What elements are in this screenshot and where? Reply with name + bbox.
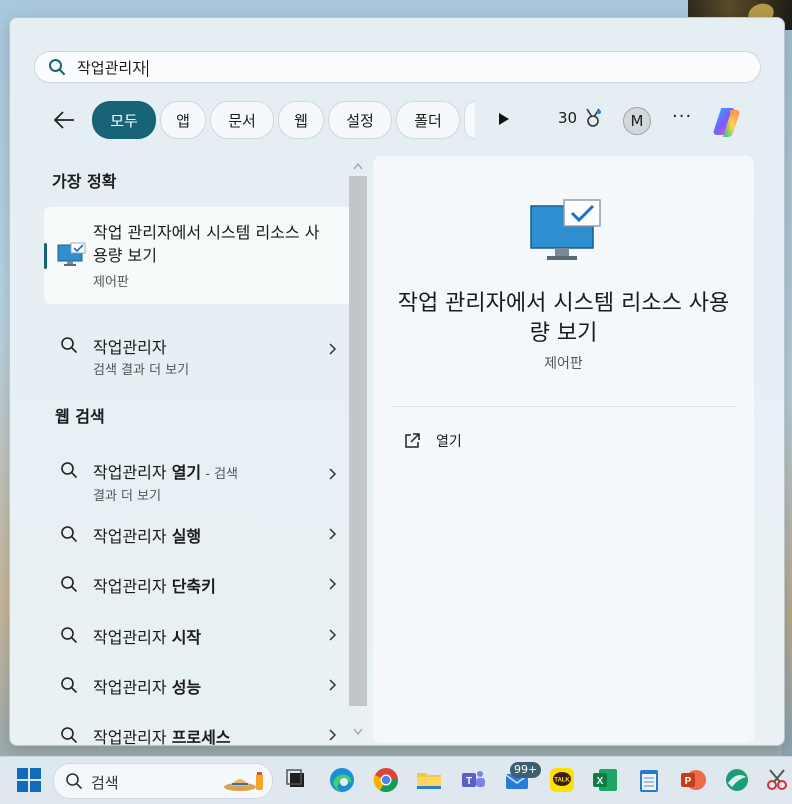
detail-divider	[391, 406, 736, 407]
results-scrollbar[interactable]	[349, 158, 367, 745]
chevron-right-icon	[329, 629, 337, 641]
edge-icon[interactable]	[327, 765, 357, 795]
search-icon	[66, 773, 82, 789]
web-result-item[interactable]: 작업관리자 성능	[44, 666, 344, 706]
web-result-item[interactable]: 작업관리자 열기 - 검색 결과 더 보기	[44, 451, 344, 504]
filter-tab-apps[interactable]: 앱	[160, 101, 206, 139]
search-box[interactable]: 작업관리자	[34, 51, 761, 83]
web-result-label: 작업관리자 성능	[93, 678, 202, 697]
taskbar-search-placeholder: 검색	[91, 774, 119, 792]
search-icon	[61, 627, 77, 643]
web-result-label: 작업관리자 단축키	[93, 577, 216, 596]
web-result-item[interactable]: 작업관리자 실행	[44, 515, 344, 555]
svg-text:X: X	[597, 776, 604, 787]
chevron-right-icon	[329, 578, 337, 590]
search-icon	[61, 462, 77, 478]
svg-text:T: T	[466, 776, 472, 787]
mail-unread-badge: 99+	[510, 762, 542, 778]
search-input: 작업관리자	[77, 57, 149, 78]
taskbar: 검색 T 99+ TALK X P	[0, 756, 792, 804]
rewards-medal-icon[interactable]	[584, 107, 602, 129]
filter-tab-web[interactable]: 웹	[278, 101, 324, 139]
task-view-icon[interactable]	[282, 765, 312, 795]
selection-indicator	[44, 243, 47, 269]
powerpoint-icon[interactable]: P	[678, 765, 708, 795]
search-highlight-summer-icon	[224, 772, 263, 791]
search-query[interactable]: 작업관리자	[77, 59, 146, 77]
search-icon	[49, 59, 65, 75]
search-icon	[61, 727, 77, 743]
best-match-category: 제어판	[93, 275, 129, 290]
search-icon	[61, 526, 77, 542]
taskbar-search-box[interactable]: 검색	[53, 763, 273, 799]
rewards-points[interactable]: 30	[558, 109, 577, 127]
chevron-right-icon	[329, 343, 337, 355]
web-result-item[interactable]: 작업관리자 시작	[44, 616, 344, 656]
chevron-right-icon	[329, 729, 337, 741]
web-result-label: 작업관리자 열기 - 검색	[93, 463, 239, 482]
filter-tab-documents[interactable]: 문서	[210, 101, 274, 139]
snipping-tool-icon[interactable]	[764, 765, 788, 795]
task-manager-monitor-icon	[57, 242, 86, 266]
start-icon[interactable]	[14, 765, 44, 795]
search-suggestion-item[interactable]: 작업관리자 검색 결과 더 보기	[44, 326, 344, 378]
svg-text:TALK: TALK	[554, 778, 570, 784]
suggestion-sub: 검색 결과 더 보기	[93, 363, 190, 378]
detail-pane: 작업 관리자에서 시스템 리소스 사용량 보기 제어판 열기	[373, 156, 754, 743]
svg-text:P: P	[685, 776, 692, 787]
search-icon	[61, 677, 77, 693]
detail-category: 제어판	[544, 356, 583, 372]
web-result-label: 작업관리자 시작	[93, 628, 202, 647]
notepad-icon[interactable]	[634, 765, 664, 795]
kakaotalk-icon[interactable]: TALK	[547, 765, 577, 795]
more-options-button[interactable]: ···	[672, 106, 692, 127]
copilot-icon[interactable]	[710, 102, 748, 140]
scroll-down-icon[interactable]	[353, 728, 363, 736]
suggestion-label: 작업관리자	[93, 338, 167, 357]
filter-tab-all[interactable]: 모두	[92, 101, 156, 139]
detail-title: 작업 관리자에서 시스템 리소스 사용량 보기	[397, 291, 730, 346]
start-search-panel: 작업관리자 모두 앱 문서 웹 설정 폴더 30 M ··· 가장 정확 작업 …	[9, 17, 785, 746]
chrome-icon[interactable]	[371, 765, 401, 795]
open-action[interactable]: 열기	[403, 429, 462, 453]
task-manager-monitor-icon	[530, 199, 601, 260]
chevron-right-icon	[329, 468, 337, 480]
scroll-up-icon[interactable]	[353, 162, 363, 170]
best-match-heading: 가장 정확	[52, 172, 117, 191]
web-result-item[interactable]: 작업관리자 프로세스	[44, 716, 344, 746]
excel-icon[interactable]: X	[590, 765, 620, 795]
back-arrow-icon[interactable]	[50, 108, 78, 132]
web-result-sub: 결과 더 보기	[93, 489, 162, 504]
open-action-label: 열기	[436, 434, 462, 450]
web-search-heading: 웹 검색	[55, 407, 105, 426]
text-caret	[147, 59, 149, 77]
filter-bar: 모두 앱 문서 웹 설정 폴더 30 M ···	[10, 98, 784, 142]
chevron-right-icon	[329, 528, 337, 540]
chevron-right-icon	[329, 679, 337, 691]
search-icon	[61, 576, 77, 592]
copilot-taskbar-icon[interactable]	[722, 765, 752, 795]
filter-tab-overflow[interactable]	[464, 101, 475, 139]
filter-tab-folders[interactable]: 폴더	[396, 101, 460, 139]
user-avatar[interactable]: M	[623, 107, 651, 135]
scroll-filters-right-icon[interactable]	[496, 110, 512, 128]
open-external-icon	[405, 433, 420, 448]
file-explorer-icon[interactable]	[414, 765, 444, 795]
web-result-label: 작업관리자 실행	[93, 527, 202, 546]
best-match-item[interactable]: 작업 관리자에서 시스템 리소스 사용량 보기 제어판	[44, 207, 361, 304]
filter-tab-settings[interactable]: 설정	[328, 101, 392, 139]
best-match-title: 작업 관리자에서 시스템 리소스 사용량 보기	[93, 223, 320, 265]
search-icon	[61, 337, 77, 353]
scrollbar-thumb[interactable]	[349, 176, 367, 706]
web-result-item[interactable]: 작업관리자 단축키	[44, 565, 344, 605]
web-result-label: 작업관리자 프로세스	[93, 728, 231, 746]
teams-icon[interactable]: T	[458, 765, 488, 795]
